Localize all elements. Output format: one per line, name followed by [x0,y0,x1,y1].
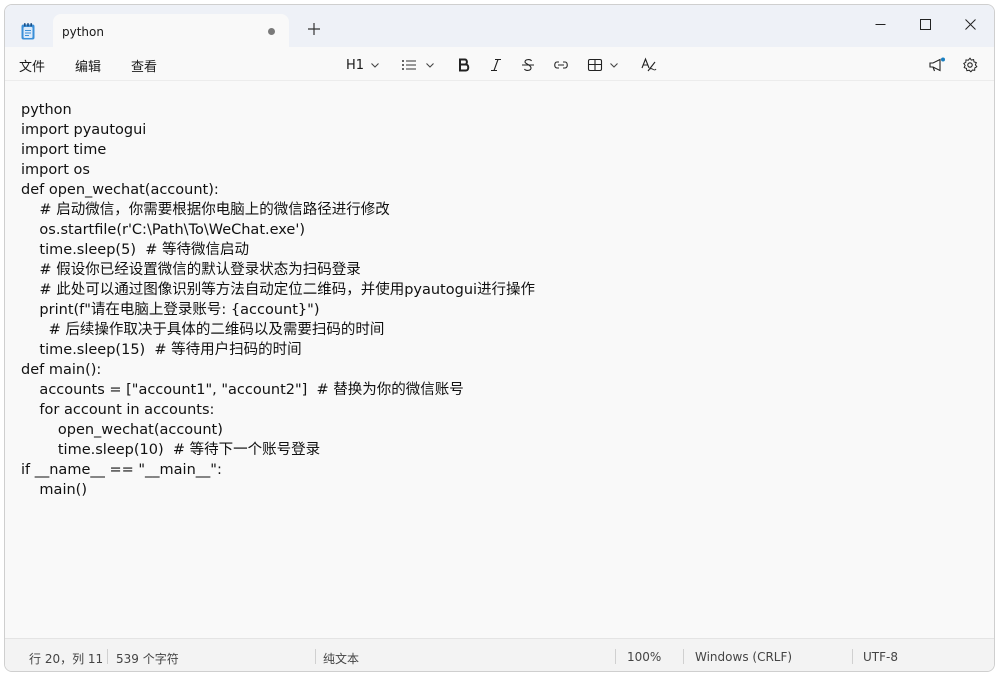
close-button[interactable] [948,9,992,39]
chevron-down-icon [371,63,379,68]
code-line: accounts = ["account1", "account2"] # 替换… [21,382,464,398]
code-line: time.sleep(15) # 等待用户扫码的时间 [21,342,302,358]
announcements-button[interactable] [928,53,946,77]
code-line: time.sleep(10) # 等待下一个账号登录 [21,442,321,458]
table-dropdown[interactable] [587,53,619,77]
table-icon [587,58,603,72]
spellcheck-button[interactable] [640,53,658,77]
code-line: def open_wechat(account): [21,182,219,198]
bulleted-list-icon [402,60,416,70]
tab-python[interactable]: python [53,14,289,48]
list-dropdown[interactable] [401,53,435,77]
heading-label: H1 [346,57,365,73]
gear-icon [963,57,978,73]
encoding[interactable]: UTF-8 [863,650,898,664]
cursor-position: 行 20，列 11 [29,652,104,666]
code-line: # 启动微信，你需要根据你电脑上的微信路径进行修改 [21,202,390,218]
code-line: python [21,102,72,118]
code-line: print(f"请在电脑上登录账号: {account}") [21,302,320,318]
spellcheck-icon [641,57,657,72]
minimize-button[interactable] [858,9,902,39]
code-line: open_wechat(account) [21,422,223,438]
menu-toolbar: 文件 编辑 查看 H1 [5,47,994,81]
chevron-down-icon [610,63,618,68]
title-bar: python [5,5,994,48]
text-editor-area[interactable]: python import pyautogui import time impo… [5,82,994,638]
strikethrough-button[interactable] [520,53,536,77]
code-line: for account in accounts: [21,402,215,418]
character-count: 539 个字符 [116,652,179,666]
code-line: # 假设你已经设置微信的默认登录状态为扫码登录 [21,262,361,278]
link-icon [554,61,568,69]
heading-dropdown[interactable]: H1 [346,53,380,77]
code-line: def main(): [21,362,102,378]
code-line: # 后续操作取决于具体的二维码以及需要扫码的时间 [21,322,385,338]
strikethrough-icon [522,59,534,71]
divider [852,649,853,664]
bold-icon [459,58,470,72]
chevron-down-icon [426,63,434,68]
maximize-button[interactable] [903,9,947,39]
link-button[interactable] [552,53,570,77]
code-line: import pyautogui [21,122,147,138]
code-line: import time [21,142,107,158]
line-ending[interactable]: Windows (CRLF) [695,650,792,664]
menu-view[interactable]: 查看 [131,56,157,75]
close-icon [965,19,976,30]
minimize-icon [875,24,886,25]
italic-icon [491,58,501,72]
code-line: main() [21,482,87,498]
menu-file[interactable]: 文件 [19,56,45,75]
tab-title: python [62,25,104,39]
new-tab-plus-icon[interactable] [303,18,325,40]
text-format[interactable]: 纯文本 [323,650,359,667]
divider [615,649,616,664]
unsaved-dot-icon[interactable] [268,28,275,35]
maximize-icon [920,19,931,30]
bold-button[interactable] [456,53,472,77]
menu-edit[interactable]: 编辑 [75,56,101,75]
code-line: if __name__ == "__main__": [21,462,222,478]
megaphone-icon [929,57,945,72]
notepad-app-icon [21,23,35,40]
notepad-window: python 文件 编辑 查看 H1 python import pyautog… [4,4,995,672]
divider [683,649,684,664]
divider [315,649,316,664]
settings-button[interactable] [962,53,978,77]
code-line: # 此处可以通过图像识别等方法自动定位二维码，并使用pyautogui进行操作 [21,282,536,298]
divider [107,649,108,664]
code-line: import os [21,162,90,178]
italic-button[interactable] [488,53,504,77]
zoom-level[interactable]: 100% [627,650,661,664]
code-line: time.sleep(5) # 等待微信启动 [21,242,249,258]
status-bar: 行 20，列 11 539 个字符 纯文本 100% Windows (CRLF… [5,638,994,671]
code-line: os.startfile(r'C:\Path\To\WeChat.exe') [21,222,305,238]
